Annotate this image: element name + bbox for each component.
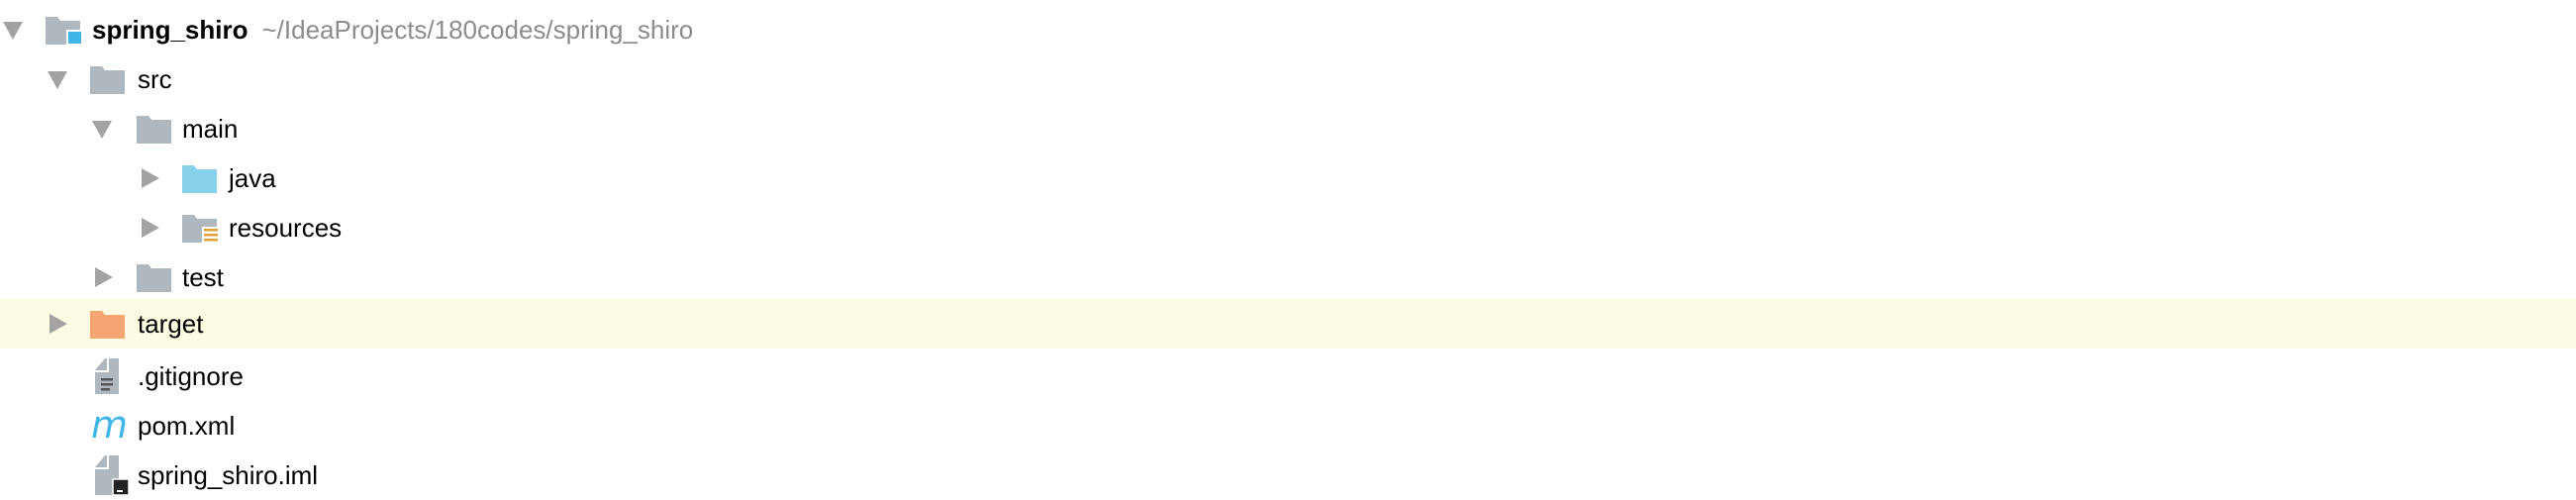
tree-row-test[interactable]: test bbox=[0, 252, 2576, 302]
module-folder-icon bbox=[46, 17, 82, 45]
tree-label: pom.xml bbox=[138, 411, 236, 441]
tree-label: .gitignore bbox=[138, 361, 244, 391]
expand-arrow-icon[interactable] bbox=[142, 168, 159, 188]
project-name: spring_shiro ~/IdeaProjects/180codes/spri… bbox=[92, 15, 693, 45]
expand-arrow-icon[interactable] bbox=[95, 267, 113, 287]
excluded-folder-icon bbox=[90, 311, 125, 339]
folder-icon bbox=[137, 116, 171, 144]
tree-label: resources bbox=[229, 213, 343, 243]
tree-row-resources[interactable]: resources bbox=[0, 203, 2576, 252]
text-file-icon bbox=[95, 358, 119, 394]
folder-icon bbox=[137, 264, 171, 292]
tree-row-main[interactable]: main bbox=[0, 104, 2576, 153]
project-path: ~/IdeaProjects/180codes/spring_shiro bbox=[261, 15, 694, 45]
tree-label: spring_shiro.iml bbox=[138, 460, 319, 490]
maven-icon: m bbox=[91, 403, 129, 447]
module-file-icon bbox=[95, 455, 129, 495]
folder-icon bbox=[90, 66, 125, 94]
tree-row-root[interactable]: spring_shiro ~/IdeaProjects/180codes/spri… bbox=[0, 5, 2576, 54]
tree-row-gitignore[interactable]: .gitignore bbox=[0, 351, 2576, 401]
project-label: spring_shiro bbox=[92, 15, 248, 45]
expand-arrow-icon[interactable] bbox=[142, 218, 159, 238]
tree-row-pom[interactable]: m pom.xml bbox=[0, 401, 2576, 450]
tree-label: test bbox=[182, 262, 224, 292]
resources-folder-icon bbox=[182, 215, 219, 243]
collapse-arrow-icon[interactable] bbox=[48, 71, 67, 89]
tree-label: target bbox=[138, 309, 204, 339]
collapse-arrow-icon[interactable] bbox=[92, 121, 112, 139]
tree-label: src bbox=[138, 64, 172, 94]
expand-arrow-icon[interactable] bbox=[50, 314, 67, 334]
tree-row-target[interactable]: target bbox=[0, 299, 2576, 349]
tree-row-src[interactable]: src bbox=[0, 54, 2576, 104]
source-folder-icon bbox=[182, 165, 217, 193]
collapse-arrow-icon[interactable] bbox=[3, 22, 23, 40]
tree-label: main bbox=[182, 114, 239, 144]
tree-row-java[interactable]: java bbox=[0, 153, 2576, 203]
tree-label: java bbox=[229, 163, 276, 193]
